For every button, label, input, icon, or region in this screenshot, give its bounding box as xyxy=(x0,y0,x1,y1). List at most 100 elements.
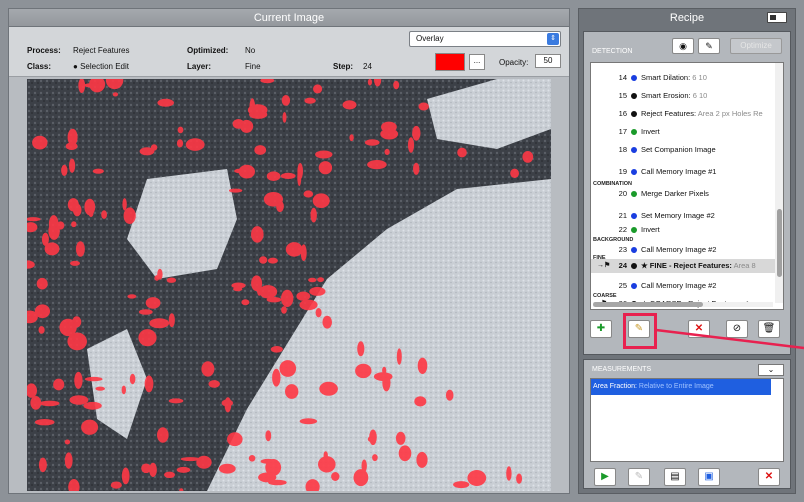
color-options-button[interactable]: ... xyxy=(469,54,485,70)
table-view-button[interactable]: ▤ xyxy=(664,468,686,486)
overlay-feature-blob xyxy=(75,241,85,257)
overlay-feature-blob xyxy=(157,427,169,443)
overlay-feature-blob xyxy=(285,384,299,399)
measurements-list[interactable]: Area Fraction: Relative to Entire Image xyxy=(590,378,784,462)
overlay-feature-blob xyxy=(228,188,243,193)
overlay-feature-blob xyxy=(315,150,333,159)
class-value: ● Selection Edit xyxy=(73,62,129,71)
remove-measurement-button[interactable]: ✕ xyxy=(758,468,780,486)
overlay-feature-blob xyxy=(296,291,311,301)
optimize-button[interactable]: Optimize xyxy=(730,38,782,54)
overlay-feature-blob xyxy=(361,459,367,473)
prohibit-icon: ⊘ xyxy=(732,323,742,334)
overlay-feature-blob xyxy=(121,467,130,485)
step-label: Step: xyxy=(333,62,353,71)
overlay-feature-blob xyxy=(372,454,378,462)
chevron-updown-icon: ⇕ xyxy=(547,33,559,45)
overlay-feature-blob xyxy=(144,375,154,393)
overlay-feature-blob xyxy=(322,315,333,329)
recipe-step[interactable]: 23 Call Memory Image #2 xyxy=(591,243,775,257)
overlay-feature-blob xyxy=(309,286,326,296)
overlay-feature-blob xyxy=(145,297,161,309)
overlay-feature-blob xyxy=(318,161,333,175)
overlay-feature-blob xyxy=(281,306,287,314)
close-icon: ✕ xyxy=(764,471,774,482)
recipe-step[interactable]: 20 Merge Darker Pixels xyxy=(591,187,775,201)
steps-vertical-scroll-thumb[interactable] xyxy=(777,209,782,277)
overlay-feature-blob xyxy=(71,221,77,228)
overlay-feature-blob xyxy=(331,472,340,481)
overlay-color-swatch[interactable] xyxy=(435,53,465,71)
recipe-step[interactable]: 25 Call Memory Image #2 xyxy=(591,279,775,293)
overlay-feature-blob xyxy=(218,463,236,474)
overlay-feature-blob xyxy=(396,348,402,365)
opacity-input[interactable]: 50 xyxy=(535,54,561,68)
overlay-feature-blob xyxy=(240,119,254,133)
overlay-feature-blob xyxy=(281,289,294,307)
lock-icon[interactable] xyxy=(767,12,787,23)
delete-step-button[interactable]: ✕ xyxy=(688,320,710,338)
recipe-step[interactable]: 17 Invert xyxy=(591,125,775,139)
pencil-icon: ✎ xyxy=(705,41,713,51)
overlay-feature-blob xyxy=(342,100,357,110)
overlay-feature-blob xyxy=(127,294,137,299)
overlay-feature-blob xyxy=(41,232,49,246)
trash-button[interactable]: 🗑 xyxy=(758,320,780,338)
overlay-feature-blob xyxy=(251,226,264,243)
overlay-feature-blob xyxy=(310,207,317,223)
overlay-feature-blob xyxy=(353,469,369,487)
recipe-step[interactable]: 14 Smart Dilation: 6 10 xyxy=(591,71,775,85)
overlay-feature-blob xyxy=(138,309,153,315)
table-icon: ▤ xyxy=(670,471,680,482)
steps-vertical-scrollbar[interactable] xyxy=(775,63,783,303)
recipe-step[interactable]: 21 Set Memory Image #2 xyxy=(591,209,775,223)
overlay-feature-blob xyxy=(281,95,291,106)
overlay-feature-blob xyxy=(263,192,283,207)
overlay-feature-blob xyxy=(154,275,160,281)
recipe-step[interactable]: 15 Smart Erosion: 6 10 xyxy=(591,89,775,103)
overlay-feature-blob xyxy=(122,198,127,211)
edit-measurement-button[interactable]: ✎ xyxy=(628,468,650,486)
edit-step-button[interactable]: ✎ xyxy=(698,38,720,54)
overlay-feature-blob xyxy=(445,389,454,401)
overlay-feature-blob xyxy=(280,172,296,179)
add-step-button[interactable]: ✚ xyxy=(590,320,612,338)
disable-step-button[interactable]: ⊘ xyxy=(726,320,748,338)
overlay-feature-blob xyxy=(453,481,470,489)
recipe-step[interactable]: 22 Invert xyxy=(591,223,775,237)
visibility-toggle-button[interactable]: ◉ xyxy=(672,38,694,54)
overlay-feature-blob xyxy=(279,360,297,377)
overlay-feature-blob xyxy=(457,147,467,158)
measurements-dropdown[interactable]: ⌄ xyxy=(758,364,784,376)
overlay-feature-blob xyxy=(176,466,191,473)
current-image-title: Current Image xyxy=(9,9,569,27)
measurements-label: MEASUREMENTS xyxy=(592,366,652,373)
recipe-step-selected[interactable]: →⚑ 24 ★ FINE - Reject Features: Area 8 xyxy=(591,259,775,273)
recipe-step[interactable]: 16 Reject Features: Area 2 px Holes Re xyxy=(591,107,775,121)
overlay-feature-blob xyxy=(157,98,174,107)
measurement-item[interactable]: Area Fraction: Relative to Entire Image xyxy=(591,379,771,395)
overlay-feature-blob xyxy=(248,455,256,462)
steps-horizontal-scroll-thumb[interactable] xyxy=(593,302,703,307)
overlay-feature-blob xyxy=(36,277,48,290)
overlay-feature-blob xyxy=(506,466,512,481)
overlay-feature-blob xyxy=(299,299,318,311)
overlay-select-value: Overlay xyxy=(416,34,444,43)
overlay-feature-blob xyxy=(67,332,87,351)
overlay-feature-blob xyxy=(168,313,175,328)
overlay-select[interactable]: Overlay ⇕ xyxy=(409,31,561,47)
recipe-steps-list[interactable]: COMBINATION BACKGROUND FINE COARSE 14 Sma… xyxy=(590,62,784,310)
current-image-view[interactable] xyxy=(27,79,551,491)
overlay-feature-blob xyxy=(150,144,158,151)
recipe-step[interactable]: 18 Set Companion Image xyxy=(591,143,775,157)
export-report-button[interactable]: ▣ xyxy=(698,468,720,486)
steps-horizontal-scrollbar[interactable] xyxy=(593,302,773,307)
optimized-value: No xyxy=(245,46,256,55)
process-value: Reject Features xyxy=(73,46,130,55)
run-measurement-button[interactable]: ▶ xyxy=(594,468,616,486)
recipe-step[interactable]: 19 Call Memory Image #1 xyxy=(591,165,775,179)
overlay-feature-blob xyxy=(64,452,73,469)
overlay-feature-blob xyxy=(304,97,316,104)
recipe-toolbar: ✚ ✎ ✕ ⊘ 🗑 xyxy=(590,320,784,338)
overlay-feature-blob xyxy=(101,210,107,219)
